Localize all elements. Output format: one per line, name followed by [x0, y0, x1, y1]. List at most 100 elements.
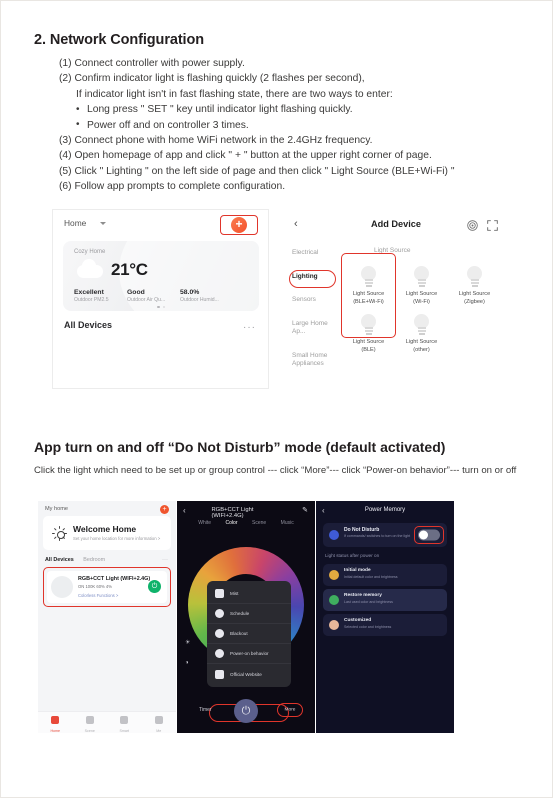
device-status: ON 100K 60% 4%	[78, 584, 112, 589]
weather-metrics: Excellent Outdoor PM2.5 Good Outdoor Air…	[74, 289, 254, 303]
do-not-disturb-toggle[interactable]	[418, 529, 440, 541]
bulb-icon	[413, 266, 430, 288]
manual-page: 2. Network Configuration (1) Connect con…	[0, 0, 553, 798]
home-name-label: Cozy Home	[74, 249, 106, 255]
device-tile[interactable]: Light Source (Zigbee)	[448, 266, 501, 306]
category-small-home-appliances[interactable]: Small Home Appliances	[292, 352, 342, 369]
welcome-title: Welcome Home	[73, 524, 137, 534]
device-name-line2: (other)	[413, 346, 430, 353]
menu-item-schedule[interactable]: Schedule	[207, 604, 291, 624]
option-name: Customized	[344, 618, 372, 623]
cloud-icon	[77, 259, 103, 278]
option-name: Initial mode	[344, 568, 371, 573]
device-title: RGB+CCT Light (WIFI+2.4G)	[211, 507, 254, 519]
device-name-line2: (BLE+Wi-Fi)	[353, 298, 384, 305]
option-description: Initial default color and brightness	[344, 575, 398, 579]
tab-white[interactable]: White	[198, 520, 211, 526]
nav-label: Smart	[119, 729, 130, 733]
device-tile[interactable]: Light Source (BLE+Wi-Fi)	[342, 266, 395, 306]
device-name-line1: Light Source	[405, 339, 438, 345]
option-name: Restore memory	[344, 593, 382, 598]
phone-screenshot-color-control: ‹ RGB+CCT Light (WIFI+2.4G) ✎ White Colo…	[177, 501, 315, 733]
step-item: Long press " SET " key until indicator l…	[59, 102, 529, 118]
nav-item-me[interactable]: Me	[142, 712, 177, 733]
back-icon[interactable]: ‹	[322, 506, 325, 515]
metric-label: Outdoor PM2.5	[74, 297, 109, 303]
option-description: Last used color and brightness	[344, 600, 393, 604]
category-large-home-appliances[interactable]: Large Home Ap...	[292, 320, 342, 337]
metric-label: Outdoor Air Qu...	[127, 297, 166, 303]
tab-music[interactable]: Music	[281, 520, 294, 526]
metric-value: Good	[127, 289, 145, 296]
option-initial-mode[interactable]: Initial mode Initial default color and b…	[323, 564, 447, 586]
option-customized[interactable]: Customized Selected color and brightness	[323, 614, 447, 636]
smart-icon	[120, 716, 129, 724]
my-home-label[interactable]: My home	[45, 506, 68, 512]
welcome-card: Welcome Home Set your home location for …	[43, 516, 171, 550]
metric-item: Good Outdoor Air Qu...	[127, 289, 180, 303]
temperature-value: 21°C	[111, 260, 148, 279]
nav-item-home[interactable]: Home	[38, 712, 73, 733]
device-thumbnail	[51, 576, 73, 598]
radar-icon[interactable]	[467, 218, 478, 236]
device-power-button[interactable]: ⏻	[148, 580, 161, 593]
nav-label: Scene	[84, 729, 95, 733]
moon-icon	[329, 530, 339, 540]
room-overflow-icon[interactable]: ···	[162, 557, 168, 563]
device-name-line1: Light Source	[352, 291, 385, 297]
option-restore-memory[interactable]: Restore memory Last used color and brigh…	[323, 589, 447, 611]
menu-item-mist[interactable]: Mist	[207, 584, 291, 604]
more-menu: Mist Schedule Blackout Power-on behavior…	[207, 581, 291, 722]
device-link[interactable]: Colorless Functions >	[78, 593, 118, 598]
group-label: Light Source	[374, 247, 411, 254]
menu-item-power-on-behavior[interactable]: Power-on behavior	[207, 644, 291, 722]
power-toggle-button[interactable]: ⏻	[234, 699, 258, 723]
back-icon[interactable]: ‹	[183, 506, 186, 515]
menu-item-official-website[interactable]: Official Website	[207, 664, 291, 684]
device-tile[interactable]: Light Source (other)	[395, 314, 448, 354]
step-item: (4) Open homepage of app and click " + "…	[59, 150, 432, 162]
device-card[interactable]: RGB+CCT Light (WIFI+2.4G) ON 100K 60% 4%…	[47, 571, 167, 603]
tab-bedroom[interactable]: Bedroom	[83, 557, 105, 563]
nav-item-smart[interactable]: Smart	[107, 712, 142, 733]
customized-icon	[329, 620, 339, 630]
more-button-highlight: More	[277, 703, 303, 717]
saturation-icon[interactable]: ◑	[185, 660, 205, 666]
menu-label: Power-on behavior	[230, 651, 269, 656]
do-not-disturb-row[interactable]: Do Not Disturb If commands/ switches to …	[323, 523, 447, 547]
device-card-highlight: RGB+CCT Light (WIFI+2.4G) ON 100K 60% 4%…	[43, 567, 171, 607]
edit-icon[interactable]: ✎	[302, 506, 308, 514]
tab-scene[interactable]: Scene	[252, 520, 266, 526]
web-icon	[215, 669, 224, 679]
device-grid: Light Source (BLE+Wi-Fi) Light Source (W…	[342, 266, 502, 362]
scan-icon[interactable]	[487, 218, 498, 236]
nav-item-scene[interactable]: Scene	[73, 712, 108, 733]
weather-card[interactable]: Cozy Home 21°C Excellent Outdoor PM2.5 G…	[63, 241, 259, 311]
do-not-disturb-label: Do Not Disturb	[344, 527, 380, 533]
menu-item-blackout[interactable]: Blackout	[207, 624, 291, 644]
category-sensors[interactable]: Sensors	[292, 296, 342, 305]
overflow-menu-icon[interactable]: ···	[243, 322, 256, 333]
carousel-dots[interactable]	[157, 305, 165, 308]
tab-all-devices[interactable]: All Devices	[45, 557, 74, 563]
step-item: (1) Connect controller with power supply…	[59, 58, 245, 69]
tab-color[interactable]: Color	[226, 520, 238, 526]
add-device-button[interactable]: +	[231, 217, 247, 233]
add-device-button[interactable]: +	[160, 505, 169, 514]
device-name-line2: (Wi-Fi)	[413, 298, 430, 305]
device-name-line2: (Zigbee)	[464, 298, 485, 305]
more-button[interactable]: More	[285, 708, 296, 713]
back-icon[interactable]: ‹	[294, 218, 298, 230]
device-name-line1: Light Source	[405, 291, 438, 297]
welcome-subtitle[interactable]: Set your home location for more informat…	[73, 536, 168, 541]
home-selector-label[interactable]: Home	[64, 218, 86, 228]
category-electrical[interactable]: Electrical	[292, 249, 342, 258]
brightness-icon[interactable]: ☀	[185, 639, 205, 646]
timer-button[interactable]: Timer	[199, 707, 212, 713]
metric-value: Excellent	[74, 289, 104, 296]
home-screenshot: Home + Cozy Home 21°C Excellent Outdoor …	[52, 209, 269, 389]
device-name-line1: Light Source	[458, 291, 491, 297]
device-tile[interactable]: Light Source (Wi-Fi)	[395, 266, 448, 306]
section-2-description: Click the light which need to be set up …	[34, 465, 517, 476]
device-tile[interactable]: Light Source (BLE)	[342, 314, 395, 354]
